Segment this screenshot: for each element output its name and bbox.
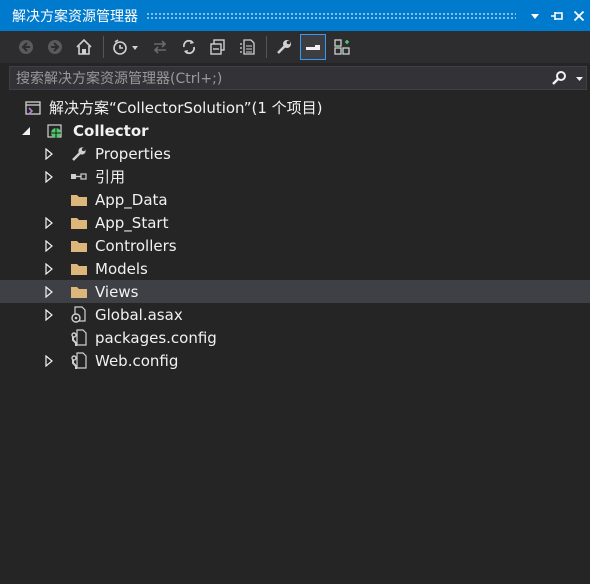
collapsed-triangle-icon[interactable] (43, 239, 55, 252)
folder-icon (70, 260, 88, 278)
back-button[interactable] (14, 35, 38, 59)
solution-icon (24, 99, 42, 117)
folder-icon (70, 237, 88, 255)
toolbar-separator (266, 36, 267, 58)
expanded-triangle-icon[interactable] (20, 125, 32, 137)
clock-icon (113, 39, 138, 55)
tree-node-label: Controllers (95, 236, 177, 255)
sync-arrows-icon (153, 40, 167, 54)
toolbar-separator (103, 36, 104, 58)
refresh-icon (182, 39, 196, 55)
class-diagram-icon (334, 39, 350, 55)
tree-node-label: Global.asax (95, 305, 183, 324)
back-arrow-icon (19, 40, 33, 54)
title-grip[interactable] (146, 11, 516, 20)
wrench-icon (277, 40, 291, 54)
tree-node-packages-config[interactable]: packages.config (0, 326, 590, 349)
close-button[interactable] (568, 5, 590, 27)
tree-node-properties[interactable]: Properties (0, 142, 590, 165)
home-icon (76, 38, 92, 55)
tree-node-label: Models (95, 259, 148, 278)
search-icon (552, 71, 566, 85)
tree-node-web-config[interactable]: Web.config (0, 349, 590, 372)
tree-node-label: packages.config (95, 328, 217, 347)
collapse-all-button[interactable] (206, 35, 230, 59)
references-icon (70, 168, 88, 186)
properties-button[interactable] (272, 35, 296, 59)
pin-button[interactable] (546, 5, 568, 27)
collapsed-triangle-icon[interactable] (43, 354, 55, 367)
dropdown-arrow-icon (575, 76, 583, 81)
refresh-button[interactable] (177, 35, 201, 59)
collapse-icon (210, 39, 225, 55)
forward-arrow-icon (48, 40, 62, 54)
pin-icon (551, 11, 563, 20)
home-button[interactable] (72, 35, 96, 59)
toolbar (0, 31, 590, 63)
search-box[interactable]: 搜索解决方案资源管理器(Ctrl+;) (9, 66, 587, 90)
tree-node-label: App_Data (95, 190, 168, 209)
folder-icon (70, 283, 88, 301)
tree-node-project[interactable]: Collector (0, 119, 590, 142)
forward-button[interactable] (43, 35, 67, 59)
collapsed-triangle-icon[interactable] (43, 170, 55, 183)
folder-icon (70, 191, 88, 209)
tree-node-label: App_Start (95, 213, 169, 232)
close-icon (573, 10, 585, 21)
search-button[interactable] (546, 67, 572, 89)
wrench-icon (70, 145, 88, 163)
tree-node-global-asax[interactable]: Global.asax (0, 303, 590, 326)
tree-node-label: 引用 (95, 168, 126, 186)
web-project-icon (46, 122, 64, 140)
preview-icon (306, 45, 320, 50)
tree-node-controllers[interactable]: Controllers (0, 234, 590, 257)
tree-node-app-start[interactable]: App_Start (0, 211, 590, 234)
search-options-dropdown[interactable] (572, 67, 586, 89)
config-icon (70, 351, 88, 370)
tree-node-views[interactable]: Views (0, 280, 590, 303)
dropdown-arrow-icon (531, 13, 539, 19)
collapsed-triangle-icon[interactable] (43, 262, 55, 275)
collapsed-triangle-icon[interactable] (43, 285, 55, 298)
tree-node-app-data[interactable]: App_Data (0, 188, 590, 211)
window-menu-button[interactable] (524, 5, 546, 27)
tree-node-label: 解决方案“CollectorSolution”(1 个项目) (49, 99, 323, 117)
collapsed-triangle-icon[interactable] (43, 308, 55, 321)
config-icon (70, 328, 88, 347)
global-asax-icon (70, 305, 88, 324)
search-input[interactable]: 搜索解决方案资源管理器(Ctrl+;) (10, 68, 546, 88)
sync-button[interactable] (148, 35, 172, 59)
show-files-icon (240, 39, 255, 55)
tree-node-label: Properties (95, 144, 171, 163)
tree-node-label: Web.config (95, 351, 179, 370)
panel-title: 解决方案资源管理器 (12, 8, 138, 25)
preview-button[interactable] (300, 34, 326, 60)
tree-node-label: Views (95, 282, 139, 301)
solution-tree: 解决方案“CollectorSolution”(1 个项目) Collector… (0, 96, 590, 372)
collapsed-triangle-icon[interactable] (43, 147, 55, 160)
pending-changes-button[interactable] (109, 35, 143, 59)
collapsed-triangle-icon[interactable] (43, 216, 55, 229)
folder-icon (70, 214, 88, 232)
tree-node-solution[interactable]: 解决方案“CollectorSolution”(1 个项目) (0, 96, 590, 119)
class-view-button[interactable] (330, 35, 354, 59)
solution-explorer-panel: 解决方案资源管理器 搜索解决方案资源管理器(Ctrl+;) 解决方案“Colle… (0, 0, 590, 584)
tree-node-references[interactable]: 引用 (0, 165, 590, 188)
tree-node-models[interactable]: Models (0, 257, 590, 280)
tree-node-label: Collector (73, 121, 149, 140)
show-all-files-button[interactable] (235, 35, 259, 59)
title-bar: 解决方案资源管理器 (0, 0, 590, 31)
